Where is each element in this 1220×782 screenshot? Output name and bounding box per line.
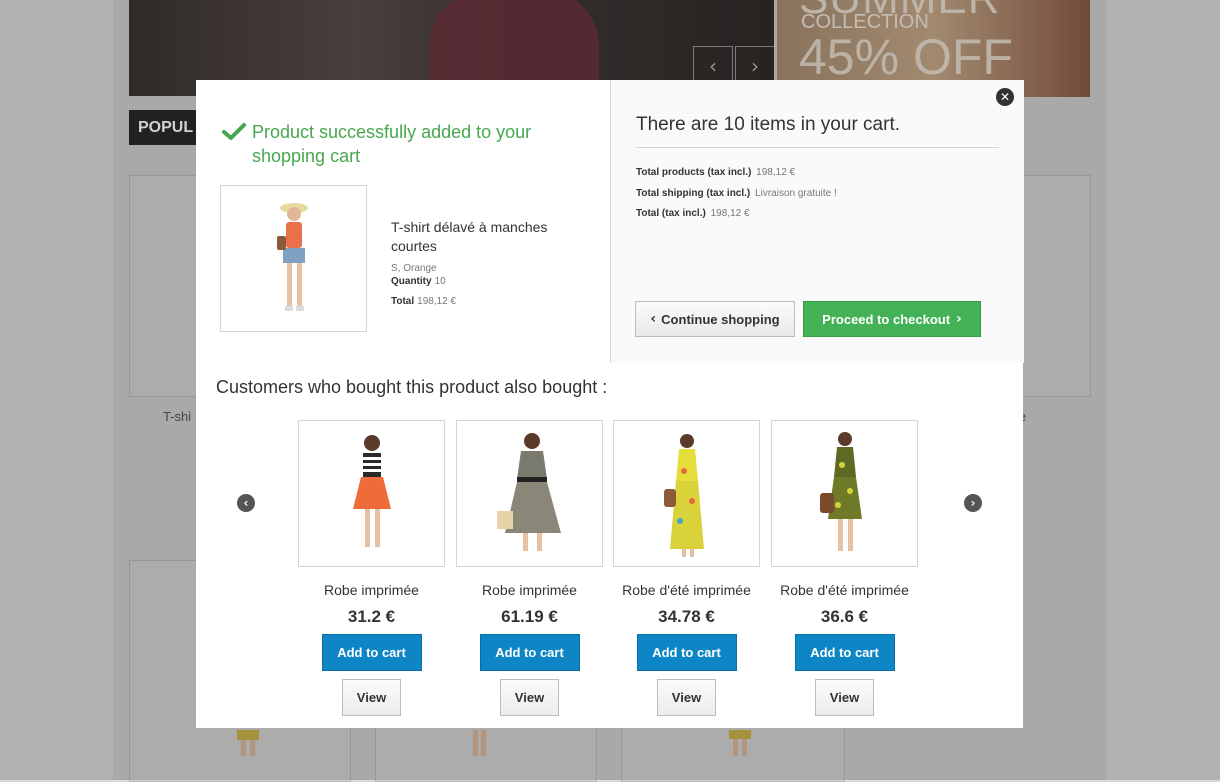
add-to-cart-button[interactable]: Add to cart [321, 634, 422, 671]
total-line: Total (tax incl.) 198,12 € [636, 204, 837, 225]
recommended-product-price: 36.6 € [820, 607, 869, 626]
close-icon[interactable]: ✕ [996, 88, 1014, 106]
recommended-product-name[interactable]: Robe d'été imprimée [613, 582, 760, 598]
view-button[interactable]: View [657, 679, 716, 716]
view-button[interactable]: View [500, 679, 559, 716]
recommended-product: Robe d'été imprimée 36.6 € Add to cart V… [771, 420, 918, 716]
added-product-panel: Product successfully added to your shopp… [196, 80, 610, 363]
cart-count-heading: There are 10 items in your cart. [636, 114, 999, 148]
checkmark-icon [222, 123, 246, 140]
carousel-next-icon[interactable]: › [964, 494, 982, 512]
chevron-right-icon: › [956, 311, 962, 327]
quantity-label: Quantity [391, 276, 432, 287]
total-shipping-label: Total shipping (tax incl.) [636, 187, 751, 199]
proceed-to-checkout-button[interactable]: Proceed to checkout › [803, 301, 981, 337]
recommended-product-image[interactable] [771, 420, 918, 567]
recommended-product-price: 31.2 € [347, 607, 396, 626]
recommended-product: Robe imprimée 31.2 € Add to cart View [298, 420, 445, 716]
chevron-left-icon: ‹ [650, 311, 657, 327]
product-attributes: S, Orange [391, 263, 437, 274]
recommended-product-image[interactable] [298, 420, 445, 567]
cart-total-value: 198,12 € [710, 208, 750, 219]
cart-total-label: Total (tax incl.) [636, 208, 706, 219]
recommended-product-name[interactable]: Robe imprimée [456, 582, 603, 598]
continue-shopping-label: Continue shopping [661, 311, 780, 327]
success-message-text: Product successfully added to your shopp… [252, 122, 532, 166]
recommended-product-price: 34.78 € [658, 607, 715, 626]
recommended-product-image[interactable] [613, 420, 760, 567]
total-products-line: Total products (tax incl.) 198,12 € [636, 163, 837, 184]
view-button[interactable]: View [815, 679, 874, 716]
product-image [220, 185, 367, 332]
proceed-to-checkout-label: Proceed to checkout [822, 311, 951, 327]
cart-summary-panel: There are 10 items in your cart. Total p… [610, 80, 1024, 363]
add-to-cart-modal: Product successfully added to your shopp… [196, 80, 1024, 728]
product-quantity: Quantity 10 [391, 276, 591, 287]
recommended-product-name[interactable]: Robe d'été imprimée [771, 582, 918, 598]
add-to-cart-button[interactable]: Add to cart [636, 634, 737, 671]
product-details: T-shirt délavé à manches courtes S, Oran… [391, 218, 591, 307]
recommended-product-price: 61.19 € [501, 607, 558, 626]
quantity-value: 10 [434, 276, 446, 287]
recommended-product: Robe imprimée 61.19 € Add to cart View [456, 420, 603, 716]
also-bought-heading: Customers who bought this product also b… [216, 377, 608, 397]
total-shipping-value: Livraison gratuite ! [755, 187, 837, 199]
total-products-label: Total products (tax incl.) [636, 167, 752, 178]
total-shipping-line: Total shipping (tax incl.) Livraison gra… [636, 184, 837, 205]
continue-shopping-button[interactable]: ‹ Continue shopping [635, 301, 795, 337]
product-total: Total 198,12 € [391, 296, 591, 307]
add-to-cart-button[interactable]: Add to cart [794, 634, 895, 671]
cart-totals: Total products (tax incl.) 198,12 € Tota… [636, 163, 837, 225]
total-value: 198,12 € [417, 296, 457, 307]
recommended-product: Robe d'été imprimée 34.78 € Add to cart … [613, 420, 760, 716]
recommended-product-name[interactable]: Robe imprimée [298, 582, 445, 598]
recommended-product-image[interactable] [456, 420, 603, 567]
view-button[interactable]: View [342, 679, 401, 716]
carousel-prev-icon[interactable]: ‹ [237, 494, 255, 512]
total-label: Total [391, 296, 415, 307]
total-products-value: 198,12 € [756, 167, 796, 178]
add-to-cart-button[interactable]: Add to cart [479, 634, 580, 671]
product-name: T-shirt délavé à manches courtes [391, 219, 548, 254]
success-message: Product successfully added to your shopp… [222, 120, 562, 168]
